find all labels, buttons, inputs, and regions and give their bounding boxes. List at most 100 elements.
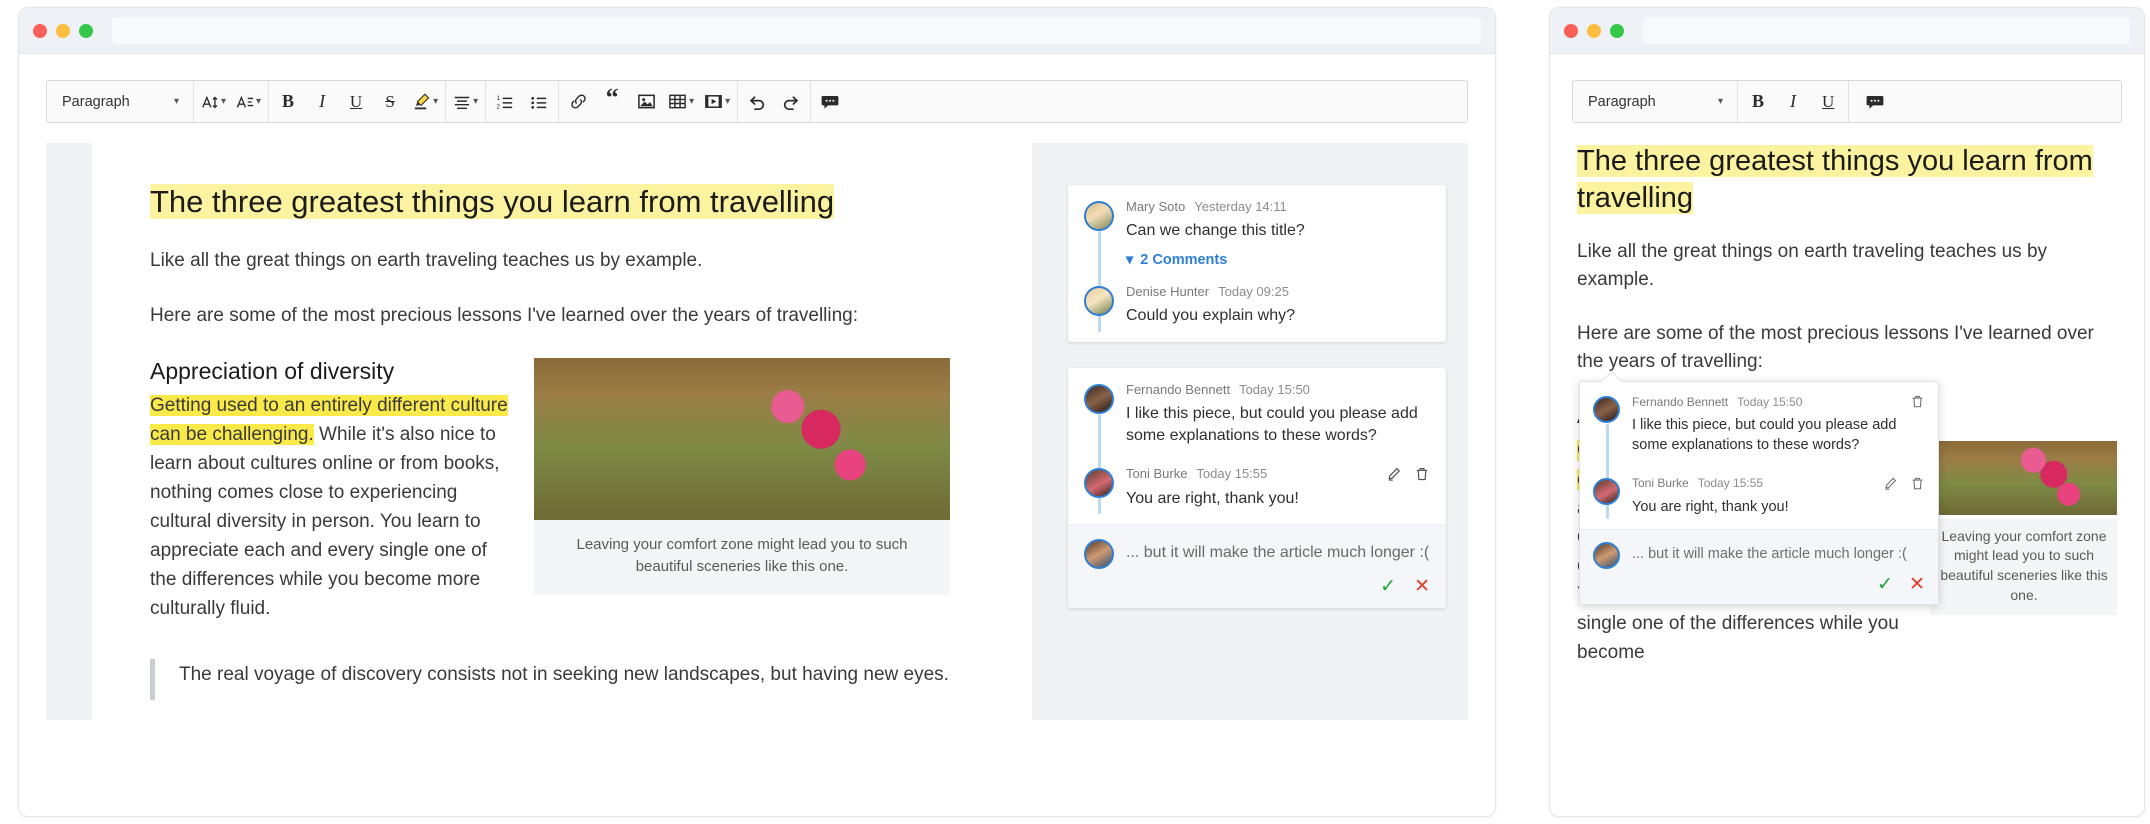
paragraph-style-label: Paragraph	[62, 93, 130, 110]
comment-meta: Fernando Bennett Today 15:50	[1632, 394, 1925, 409]
comment-author: Toni Burke	[1632, 476, 1689, 491]
reply-composer[interactable]: ... but it will make the article much lo…	[1580, 528, 1938, 604]
close-window-dot[interactable]	[33, 23, 47, 38]
maximize-window-dot[interactable]	[1610, 23, 1624, 38]
comment-item: Toni Burke Today 15:55 You are right, th…	[1593, 476, 1925, 517]
comment-popup[interactable]: Fernando Bennett Today 15:50 I like this…	[1579, 370, 1939, 605]
reply-actions: ✓ ✕	[1593, 575, 1925, 594]
toolbar-group-comment	[1849, 81, 2121, 122]
delete-comment-icon[interactable]	[1910, 476, 1925, 491]
delete-comment-icon[interactable]	[1910, 394, 1925, 409]
toolbar-group-comment	[811, 81, 1467, 122]
delete-comment-icon[interactable]	[1414, 466, 1430, 482]
blockquote: The real voyage of discovery consists no…	[150, 659, 974, 700]
figure: Leaving your comfort zone might lead you…	[534, 357, 950, 596]
screenshot-stage: Paragraph ▾ ▾ ▾ B I U S ▾ ▾ 1 2 “ ▾ ▾ Th…	[0, 0, 2150, 824]
submit-reply-icon[interactable]: ✓	[1877, 575, 1893, 594]
comment-time: Today 15:55	[1697, 476, 1764, 491]
font-family-button[interactable]: ▾	[231, 81, 266, 122]
minimize-window-dot[interactable]	[56, 23, 70, 38]
desktop-document-area: The three greatest things you learn from…	[46, 143, 1468, 720]
minimize-window-dot[interactable]	[1587, 23, 1601, 38]
replies-toggle-button[interactable]: ▾ 2 Comments	[1126, 252, 1430, 268]
avatar	[1084, 201, 1114, 231]
document-page[interactable]: The three greatest things you learn from…	[92, 143, 1032, 720]
avatar	[1084, 383, 1114, 414]
comment-body: Fernando Bennett Today 15:50 I like this…	[1632, 394, 1925, 456]
bold-button[interactable]: B	[1740, 81, 1776, 122]
avatar	[1084, 467, 1114, 498]
cancel-reply-icon[interactable]: ✕	[1414, 577, 1430, 596]
comment-time: Yesterday 14:11	[1194, 199, 1287, 214]
close-window-dot[interactable]	[1564, 23, 1578, 38]
paragraph-style-dropdown[interactable]: Paragraph ▾	[1575, 81, 1735, 122]
chevron-down-icon: ▾	[1126, 252, 1134, 269]
align-button[interactable]: ▾	[448, 81, 483, 122]
mobile-document-area[interactable]: The three greatest things you learn from…	[1550, 123, 2144, 816]
comment-item: Denise Hunter Today 09:25 Could you expl…	[1084, 284, 1430, 327]
desktop-editor-window: Paragraph ▾ ▾ ▾ B I U S ▾ ▾ 1 2 “ ▾ ▾ Th…	[18, 7, 1496, 817]
insert-media-button[interactable]: ▾	[699, 81, 735, 122]
address-bar[interactable]	[1643, 17, 2130, 44]
insert-table-button[interactable]: ▾	[663, 81, 699, 122]
comment-body: Fernando Bennett Today 15:50 I like this…	[1126, 382, 1430, 448]
chevron-down-icon: ▾	[689, 95, 695, 107]
replies-count-label: 2 Comments	[1140, 252, 1228, 269]
underline-button[interactable]: U	[1810, 81, 1846, 122]
maximize-window-dot[interactable]	[79, 23, 93, 38]
bold-button[interactable]: B	[271, 81, 305, 122]
blockquote-button[interactable]: “	[595, 81, 629, 122]
travel-photo-image	[534, 357, 950, 520]
bulleted-list-button[interactable]	[522, 81, 556, 122]
cancel-reply-icon[interactable]: ✕	[1909, 575, 1925, 594]
comment-meta: Toni Burke Today 15:55	[1632, 476, 1925, 491]
reply-row: ... but it will make the article much lo…	[1084, 537, 1430, 569]
comment-button[interactable]	[1851, 81, 1899, 122]
strikethrough-button[interactable]: S	[373, 81, 407, 122]
font-size-button[interactable]: ▾	[196, 81, 231, 122]
comment-item: Fernando Bennett Today 15:50 I like this…	[1593, 394, 1925, 456]
address-bar[interactable]	[112, 17, 1481, 44]
comment-body: Mary Soto Yesterday 14:11 Can we change …	[1126, 199, 1430, 272]
comment-button[interactable]	[813, 81, 847, 122]
comment-author: Fernando Bennett	[1126, 381, 1231, 397]
submit-reply-icon[interactable]: ✓	[1380, 577, 1396, 596]
intro-paragraph: Like all the great things on earth trave…	[150, 249, 703, 271]
underline-button[interactable]: U	[339, 81, 373, 122]
undo-button[interactable]	[740, 81, 774, 122]
comment-meta: Denise Hunter Today 09:25	[1126, 284, 1430, 299]
comment-text: You are right, thank you!	[1632, 498, 1789, 515]
thread-messages: Fernando Bennett Today 15:50 I like this…	[1068, 368, 1446, 524]
page-title: The three greatest things you learn from…	[1577, 143, 2117, 216]
reply-composer[interactable]: ... but it will make the article much lo…	[1068, 523, 1446, 608]
redo-button[interactable]	[774, 81, 808, 122]
reply-input[interactable]: ... but it will make the article much lo…	[1632, 546, 1907, 562]
figure-caption: Leaving your comfort zone might lead you…	[1931, 518, 2117, 616]
figure-caption: Leaving your comfort zone might lead you…	[534, 519, 950, 596]
numbered-list-button[interactable]: 1 2	[488, 81, 522, 122]
desktop-toolbar: Paragraph ▾ ▾ ▾ B I U S ▾ ▾ 1 2 “ ▾ ▾	[46, 80, 1468, 123]
insert-image-button[interactable]	[629, 81, 663, 122]
comment-thread-body[interactable]: Fernando Bennett Today 15:50 I like this…	[1068, 367, 1446, 608]
edit-comment-icon[interactable]	[1883, 476, 1898, 491]
mobile-toolbar: Paragraph ▾ B I U	[1572, 80, 2122, 123]
highlight-button[interactable]: ▾	[407, 81, 443, 122]
comment-meta: Mary Soto Yesterday 14:11	[1126, 199, 1430, 214]
section-heading: Appreciation of diversity	[150, 357, 395, 384]
paragraph-style-label: Paragraph	[1588, 93, 1656, 110]
toolbar-group-insert: “ ▾ ▾	[559, 81, 739, 122]
avatar	[1593, 396, 1620, 423]
italic-button[interactable]: I	[305, 81, 339, 122]
link-button[interactable]	[561, 81, 595, 122]
edit-comment-icon[interactable]	[1386, 466, 1402, 482]
svg-text:1: 1	[497, 95, 501, 102]
comment-actions	[1910, 394, 1925, 409]
comment-author: Mary Soto	[1126, 199, 1186, 214]
italic-button[interactable]: I	[1776, 81, 1810, 122]
comments-sidebar: Mary Soto Yesterday 14:11 Can we change …	[1032, 143, 1468, 720]
comment-thread-title[interactable]: Mary Soto Yesterday 14:11 Can we change …	[1068, 185, 1446, 342]
paragraph-style-dropdown[interactable]: Paragraph ▾	[49, 81, 191, 122]
chevron-down-icon: ▾	[1717, 95, 1723, 107]
reply-input[interactable]: ... but it will make the article much lo…	[1126, 544, 1429, 562]
mobile-editor-wrap: Paragraph ▾ B I U	[1550, 54, 2144, 123]
